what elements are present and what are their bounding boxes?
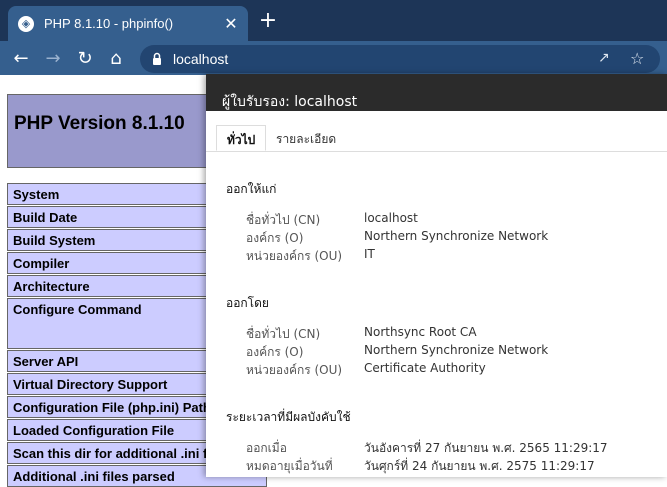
browser-tab[interactable]: ◈ PHP 8.1.10 - phpinfo() ✕ bbox=[8, 6, 248, 41]
field-value: Northsync Root CA bbox=[364, 325, 477, 339]
field-value: Northern Synchronize Network bbox=[364, 229, 549, 243]
field-value: Certificate Authority bbox=[364, 361, 486, 375]
address-bar[interactable]: localhost ↗ ☆ bbox=[140, 45, 660, 73]
globe-icon: ◈ bbox=[18, 15, 34, 32]
share-icon[interactable]: ↗ bbox=[598, 50, 610, 66]
field-label: องค์กร (O) bbox=[246, 231, 304, 245]
field-value: IT bbox=[364, 247, 375, 261]
browser-toolbar: ← → ↻ ⌂ localhost ↗ ☆ bbox=[0, 41, 667, 75]
certificate-viewer-dialog: ผู้ใบรับรอง: localhost ทั่วไป รายละเอียด… bbox=[206, 74, 667, 477]
bookmark-star-icon[interactable]: ☆ bbox=[630, 49, 644, 68]
field-label: หน่วยองค์กร (OU) bbox=[246, 363, 343, 377]
back-arrow-icon[interactable]: ← bbox=[10, 48, 32, 70]
field-value: localhost bbox=[364, 211, 418, 225]
home-icon[interactable]: ⌂ bbox=[105, 48, 127, 70]
field-label: ชื่อทั่วไป (CN) bbox=[246, 213, 321, 227]
reload-icon[interactable]: ↻ bbox=[74, 48, 96, 70]
field-label: ออกเมื่อ bbox=[246, 441, 287, 455]
tab-general[interactable]: ทั่วไป bbox=[216, 125, 267, 151]
issued-to-heading: ออกให้แก่ bbox=[226, 182, 277, 196]
field-value: Northern Synchronize Network bbox=[364, 343, 549, 357]
field-label: หน่วยองค์กร (OU) bbox=[246, 249, 343, 263]
lock-icon bbox=[153, 52, 161, 65]
dialog-header: ผู้ใบรับรอง: localhost bbox=[206, 74, 667, 111]
validity-heading: ระยะเวลาที่มีผลบังคับใช้ bbox=[226, 410, 351, 424]
close-tab-icon[interactable]: ✕ bbox=[222, 14, 240, 33]
field-label: องค์กร (O) bbox=[246, 345, 304, 359]
url-text: localhost bbox=[173, 51, 229, 67]
tab-strip: ◈ PHP 8.1.10 - phpinfo() ✕ + bbox=[0, 0, 667, 41]
dialog-tabs: ทั่วไป รายละเอียด bbox=[206, 111, 667, 152]
field-label: หมดอายุเมื่อวันที่ bbox=[246, 459, 333, 473]
php-version-title: PHP Version 8.1.10 bbox=[14, 113, 185, 134]
tab-title: PHP 8.1.10 - phpinfo() bbox=[44, 16, 174, 31]
new-tab-button[interactable]: + bbox=[258, 10, 278, 32]
forward-arrow-icon[interactable]: → bbox=[42, 48, 64, 70]
dialog-title: ผู้ใบรับรอง: localhost bbox=[222, 94, 358, 110]
issued-by-heading: ออกโดย bbox=[226, 296, 269, 310]
field-value: วันศุกร์ที่ 24 กันยายน พ.ศ. 2575 11:29:1… bbox=[364, 459, 595, 473]
field-value: วันอังคารที่ 27 กันยายน พ.ศ. 2565 11:29:… bbox=[364, 441, 608, 455]
tab-details[interactable]: รายละเอียด bbox=[266, 125, 346, 151]
field-label: ชื่อทั่วไป (CN) bbox=[246, 327, 321, 341]
